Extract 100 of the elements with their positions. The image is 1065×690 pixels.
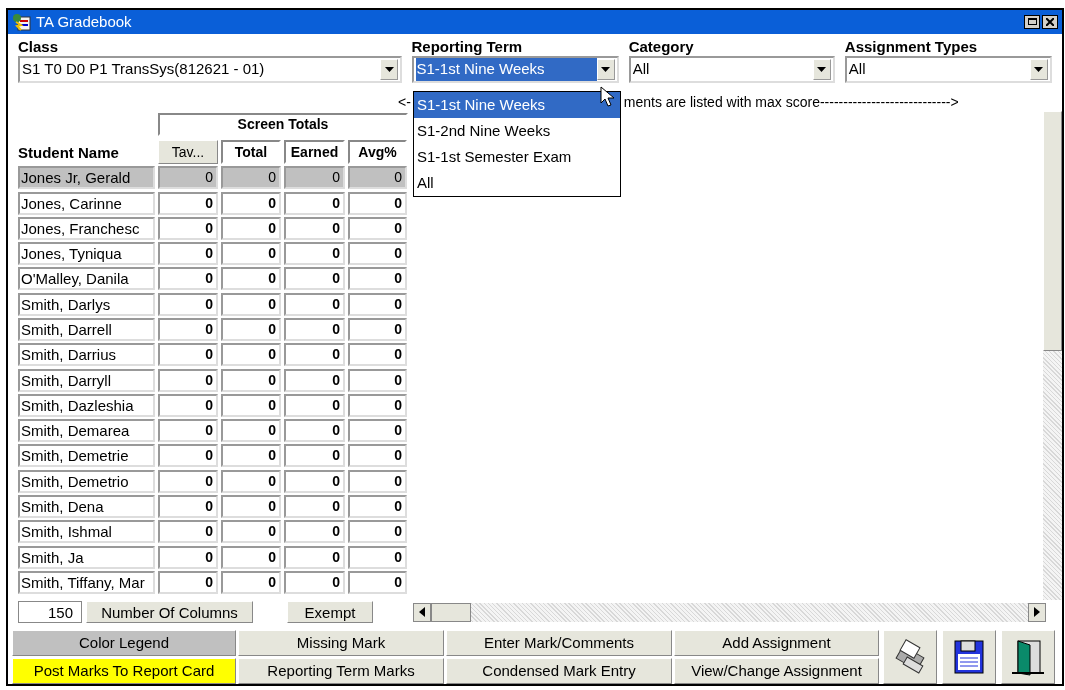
student-name-cell[interactable]: Jones, Carinne <box>18 191 155 215</box>
action-button[interactable]: Missing Mark <box>238 630 444 656</box>
caret-icon <box>1034 66 1044 72</box>
table-cell: 0 <box>221 570 281 594</box>
exempt-button[interactable]: Exempt <box>287 601 373 624</box>
student-name-cell[interactable]: Jones Jr, Gerald <box>18 166 155 190</box>
student-name-cell[interactable]: Smith, Darrell <box>18 318 155 341</box>
gradebook-icon <box>12 12 32 31</box>
columns-input[interactable]: 150 <box>18 601 82 624</box>
student-name-cell[interactable]: Smith, Demarea <box>18 419 155 443</box>
action-button[interactable]: Color Legend <box>12 630 236 656</box>
scroll-left-button[interactable] <box>413 602 431 622</box>
action-button[interactable]: Enter Mark/Comments <box>446 630 672 656</box>
student-name-cell[interactable]: Smith, Demetrie <box>18 444 155 468</box>
horizontal-scrollbar[interactable] <box>413 602 1046 622</box>
table-cell: 0 <box>221 191 281 215</box>
student-name-cell[interactable]: Smith, Demetrio <box>18 469 155 493</box>
table-cell: 0 <box>158 419 218 443</box>
action-button[interactable]: Condensed Mark Entry <box>446 658 672 684</box>
table-cell: 0 <box>158 216 218 240</box>
table-cell: 0 <box>158 191 218 215</box>
table-cell: 0 <box>221 545 281 569</box>
close-icon <box>1046 17 1054 26</box>
table-cell: 0 <box>158 469 218 493</box>
table-cell: 0 <box>348 267 407 291</box>
student-name-cell[interactable]: Smith, Dena <box>18 495 155 519</box>
table-cell: 0 <box>158 444 218 468</box>
table-cell: 0 <box>284 419 345 443</box>
action-button[interactable]: Post Marks To Report Card <box>12 658 236 684</box>
table-cell: 0 <box>348 520 407 544</box>
table-cell: 0 <box>158 166 218 190</box>
table-cell: 0 <box>221 318 281 341</box>
dropdown-option[interactable]: S1-2nd Nine Weeks <box>414 118 620 144</box>
dropdown[interactable]: S1 T0 D0 P1 TransSys(812621 - 01) <box>18 55 402 83</box>
field-label: Reporting Term <box>411 36 524 56</box>
table-cell: 0 <box>158 393 218 417</box>
table-cell: 0 <box>284 267 345 291</box>
table-cell: 0 <box>348 495 407 519</box>
table-cell: 0 <box>284 469 345 493</box>
caret-icon <box>817 66 827 72</box>
close-button[interactable] <box>1042 14 1058 29</box>
dropdown-option[interactable]: All <box>414 170 620 196</box>
student-name-cell[interactable]: Smith, Darryll <box>18 368 155 392</box>
table-cell: 0 <box>158 368 218 392</box>
table-cell: 0 <box>284 368 345 392</box>
dropdown-arrow-button[interactable] <box>1029 58 1048 80</box>
dropdown-arrow-button[interactable] <box>812 58 831 80</box>
student-name-cell[interactable]: O'Malley, Danila <box>18 267 155 291</box>
dropdown-value: All <box>848 59 867 80</box>
restore-button[interactable] <box>1024 14 1040 29</box>
scrollbar-thumb[interactable] <box>431 602 471 622</box>
student-name-cell[interactable]: Smith, Darrius <box>18 343 155 367</box>
field-label: Class <box>18 36 60 56</box>
dropdown-arrow-button[interactable] <box>380 58 398 80</box>
dropdown[interactable]: S1-1st Nine Weeks <box>411 55 619 83</box>
table-cell: 0 <box>221 267 281 291</box>
dropdown-value: S1 T0 D0 P1 TransSys(812621 - 01) <box>22 59 266 80</box>
table-cell: 0 <box>221 419 281 443</box>
table-cell: 0 <box>221 216 281 240</box>
action-button[interactable]: Reporting Term Marks <box>238 658 444 684</box>
table-cell: 0 <box>158 292 218 316</box>
student-name-cell[interactable]: Smith, Darlys <box>18 292 155 316</box>
column-header: Earned <box>284 140 345 165</box>
student-name-cell[interactable]: Smith, Tiffany, Mar <box>18 570 155 594</box>
exit-button[interactable] <box>1001 630 1055 684</box>
table-cell: 0 <box>221 469 281 493</box>
column-header: Avg% <box>348 140 407 165</box>
student-name-cell[interactable]: Smith, Ishmal <box>18 520 155 544</box>
table-cell: 0 <box>348 318 407 341</box>
table-cell: 0 <box>221 292 281 316</box>
dropdown-option[interactable]: S1-1st Nine Weeks <box>414 92 620 118</box>
table-cell: 0 <box>158 495 218 519</box>
dropdown[interactable]: All <box>628 55 835 83</box>
action-button[interactable]: View/Change Assignment <box>674 658 879 684</box>
caret-icon <box>384 66 394 72</box>
student-name-cell[interactable]: Jones, Tyniqua <box>18 242 155 266</box>
student-name-cell[interactable]: Jones, Franchesc <box>18 216 155 240</box>
table-cell: 0 <box>284 495 345 519</box>
table-cell: 0 <box>348 419 407 443</box>
caret-icon <box>601 66 610 72</box>
table-cell: 0 <box>221 343 281 367</box>
number-of-columns-button[interactable]: Number Of Columns <box>86 601 253 624</box>
dropdown[interactable]: All <box>844 55 1052 83</box>
print-button[interactable] <box>883 630 937 684</box>
vertical-scrollbar[interactable] <box>1043 111 1062 601</box>
scroll-right-button[interactable] <box>1028 602 1046 622</box>
hint-text: ments are listed with max score----------------------------> <box>623 92 959 112</box>
window-title: TA Gradebook <box>36 11 132 32</box>
save-button[interactable] <box>942 630 996 684</box>
table-cell: 0 <box>158 520 218 544</box>
table-cell: 0 <box>348 216 407 240</box>
student-name-cell[interactable]: Smith, Ja <box>18 545 155 569</box>
table-cell: 0 <box>158 267 218 291</box>
student-name-cell[interactable]: Smith, Dazleshia <box>18 393 155 417</box>
field-label: Category <box>628 36 695 56</box>
column-button[interactable]: Tav... <box>158 140 218 165</box>
action-button[interactable]: Add Assignment <box>674 630 879 656</box>
table-cell: 0 <box>158 343 218 367</box>
dropdown-option[interactable]: S1-1st Semester Exam <box>414 144 620 170</box>
table-cell: 0 <box>348 242 407 266</box>
